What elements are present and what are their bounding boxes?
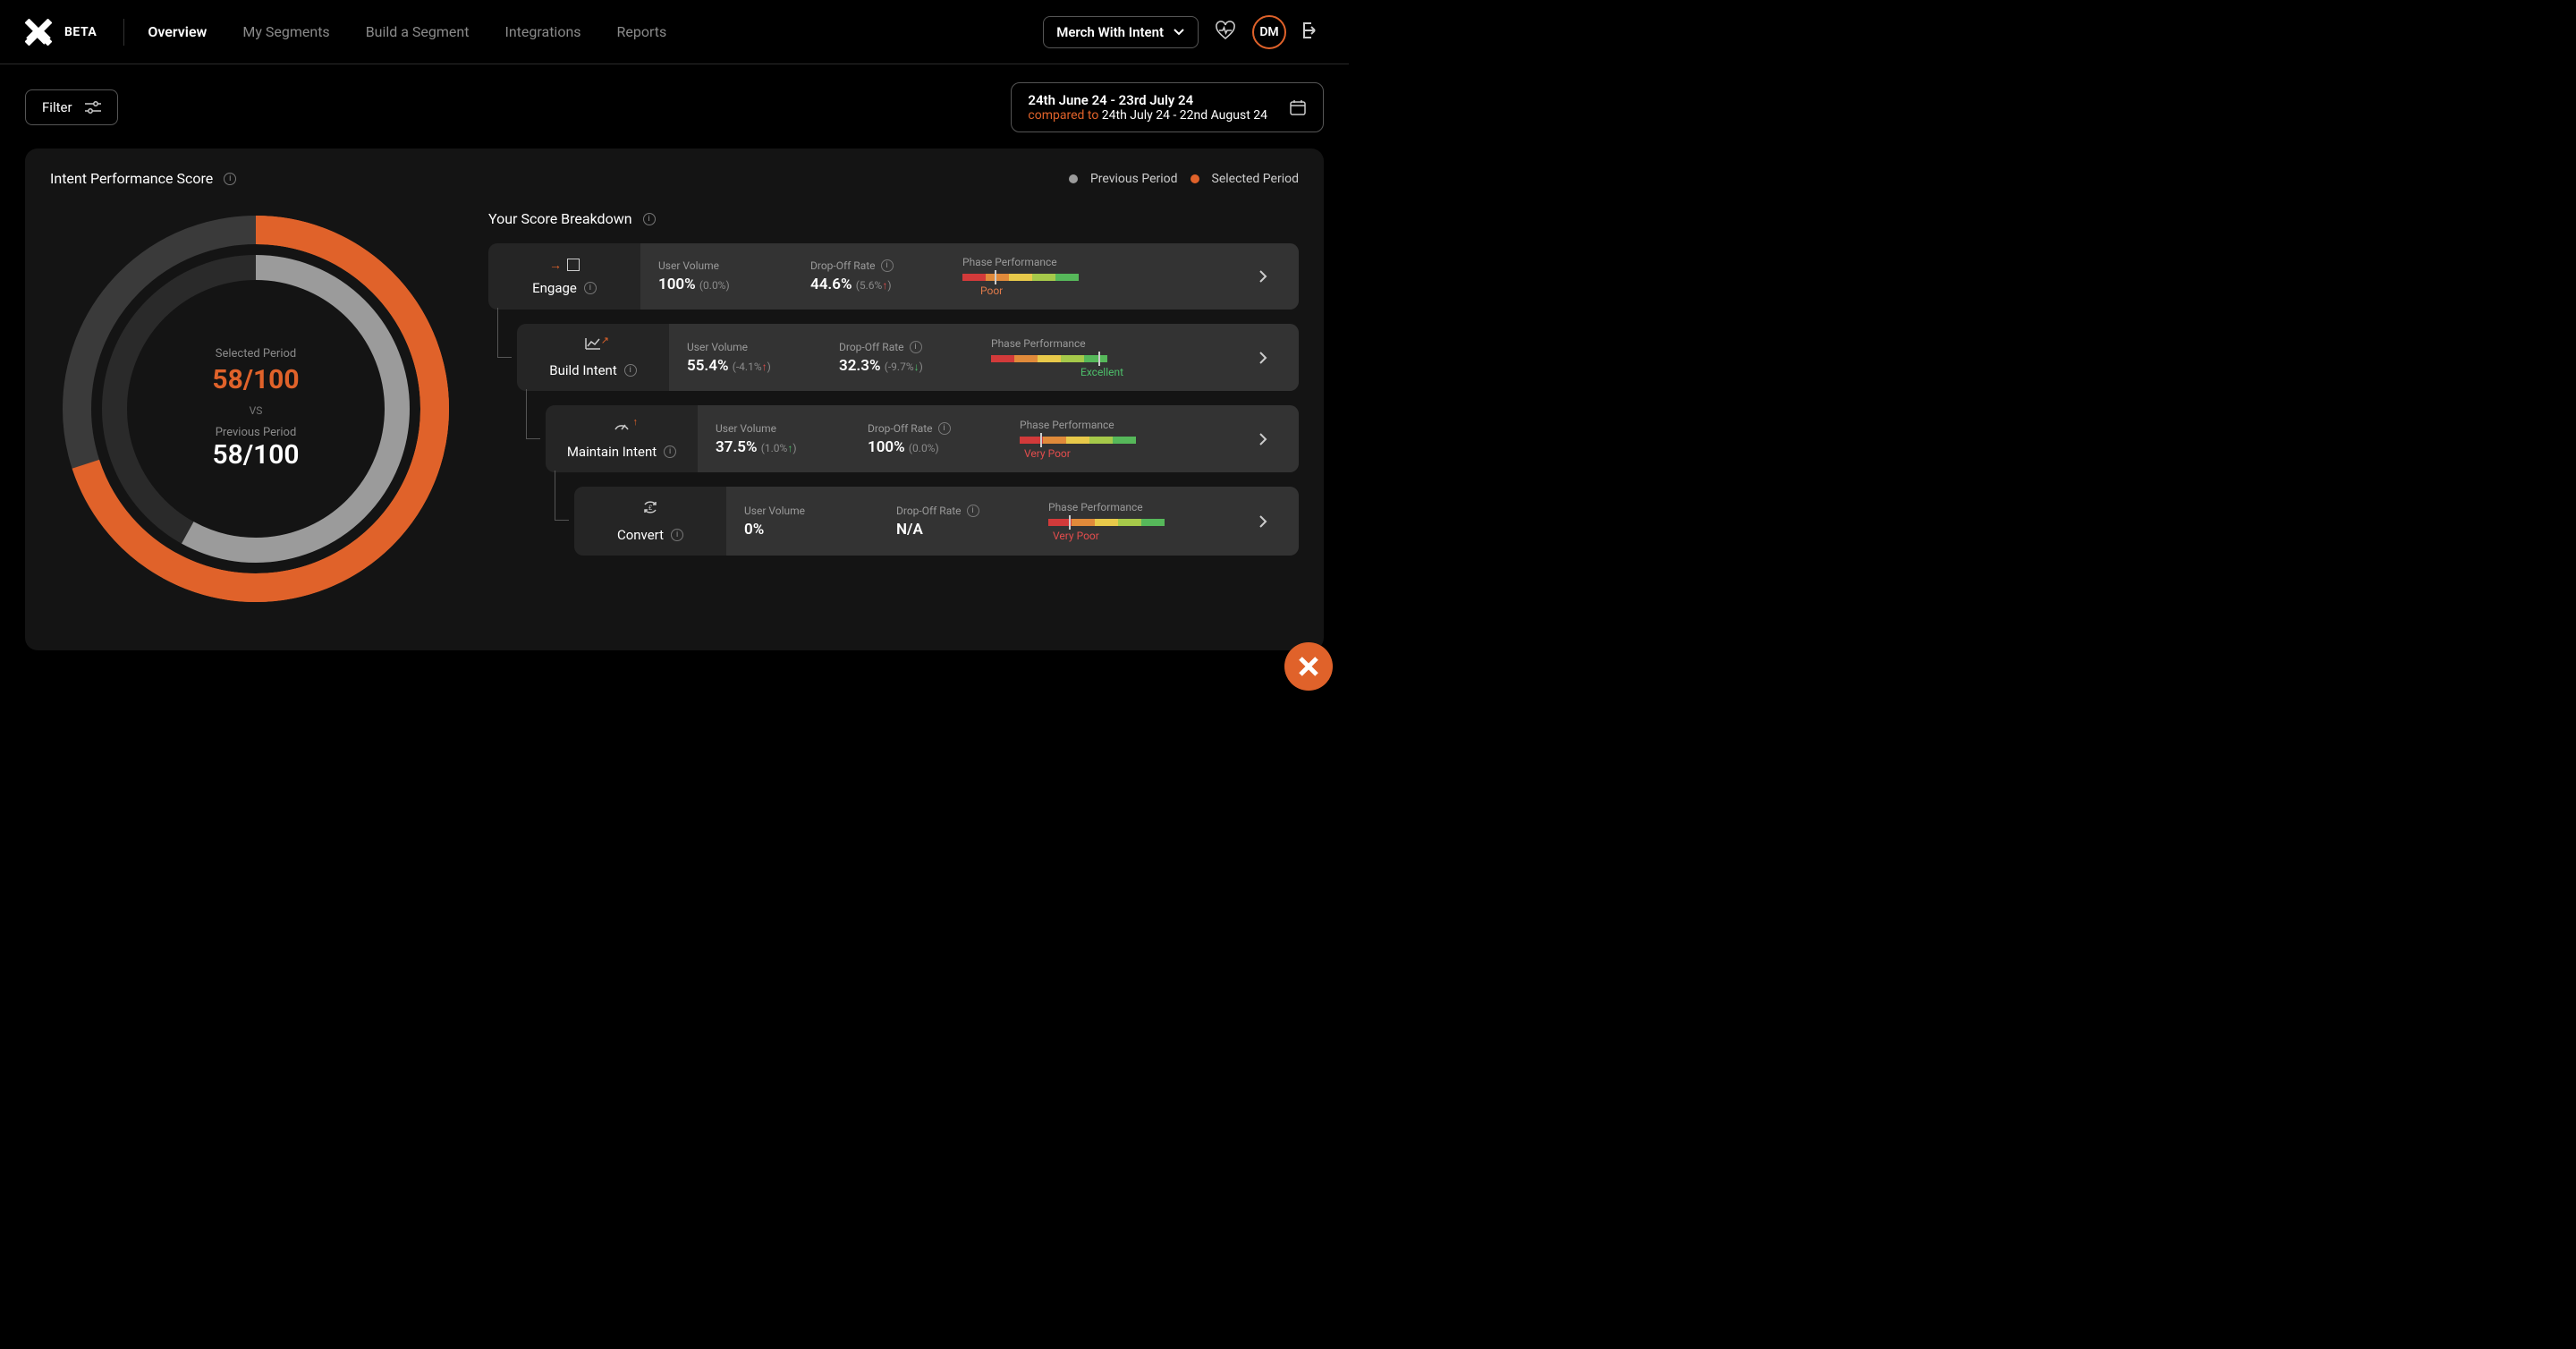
date-compared: compared to 24th July 24 - 22nd August 2… [1028, 108, 1267, 123]
phase-performance: Phase Performance Very Poor [1020, 419, 1245, 460]
phase-left: £ Convert i [574, 487, 726, 556]
phase-right: User Volume 37.5% (1.0%↑) Drop-Off Rate … [698, 405, 1299, 472]
phase-left: ↗ Build Intent i [517, 324, 669, 391]
user-volume: User Volume 100% (0.0%) [658, 259, 810, 293]
chevron-down-icon [1173, 28, 1185, 37]
previous-label: Previous Period [216, 426, 297, 439]
drop-off: Drop-Off Rate i 100% (0.0%) [868, 422, 1020, 456]
user-volume: User Volume 55.4% (-4.1%↑) [687, 341, 839, 375]
chart-up-icon: ↗ [584, 336, 602, 355]
score-gauge: Selected Period 58/100 VS Previous Perio… [50, 203, 462, 615]
gauge-up-icon: ↑ [613, 418, 631, 437]
selected-label: Selected Period [216, 347, 297, 361]
svg-text:£: £ [648, 505, 652, 512]
heartbeat-icon[interactable] [1215, 21, 1236, 44]
phase-convert[interactable]: £ Convert i User Volume 0% Drop-Off Rate… [574, 487, 1299, 556]
connector-line [526, 389, 540, 439]
filter-button[interactable]: Filter [25, 89, 118, 125]
info-icon[interactable]: i [910, 341, 922, 353]
user-volume: User Volume 37.5% (1.0%↑) [716, 422, 868, 456]
phase-right: User Volume 100% (0.0%) Drop-Off Rate i … [640, 243, 1299, 310]
legend-selected: Selected Period [1212, 172, 1299, 186]
chevron-right-icon [1245, 514, 1281, 529]
info-icon[interactable]: i [624, 364, 637, 377]
breakdown: Your Score Breakdown i → Engage i User V… [488, 203, 1299, 615]
connector-line [497, 308, 512, 358]
drop-off: Drop-Off Rate i 44.6% (5.6%↑) [810, 259, 962, 293]
sliders-icon [85, 101, 101, 114]
chevron-right-icon [1245, 351, 1281, 365]
logo: BETA [25, 19, 97, 46]
phase-right: User Volume 55.4% (-4.1%↑) Drop-Off Rate… [669, 324, 1299, 391]
chevron-right-icon [1245, 269, 1281, 284]
connector-line [555, 471, 569, 521]
filter-label: Filter [42, 99, 72, 115]
phase-engage[interactable]: → Engage i User Volume 100% (0.0%) Drop-… [488, 243, 1299, 310]
info-icon[interactable]: i [643, 213, 656, 225]
nav-build-segment[interactable]: Build a Segment [366, 23, 470, 40]
phase-left: ↑ Maintain Intent i [546, 405, 698, 472]
info-icon[interactable]: i [671, 529, 683, 541]
breakdown-title: Your Score Breakdown i [488, 210, 1299, 227]
logout-icon[interactable] [1302, 21, 1324, 44]
previous-score: 58/100 [212, 439, 299, 471]
info-icon[interactable]: i [584, 282, 597, 294]
app-header: BETA Overview My Segments Build a Segmen… [0, 0, 1349, 64]
info-icon[interactable]: i [967, 505, 979, 517]
date-range-picker[interactable]: 24th June 24 - 23rd July 24 compared to … [1011, 82, 1324, 132]
workspace-name: Merch With Intent [1056, 24, 1164, 40]
convert-icon: £ [641, 499, 659, 520]
card-title: Intent Performance Score i [50, 170, 236, 187]
phase-right: User Volume 0% Drop-Off Rate i N/A Phase… [726, 487, 1299, 556]
gauge-center: Selected Period 58/100 VS Previous Perio… [50, 203, 462, 615]
card-body: Selected Period 58/100 VS Previous Perio… [50, 203, 1299, 615]
chevron-right-icon [1245, 432, 1281, 446]
phase-left: → Engage i [488, 243, 640, 310]
nav-reports[interactable]: Reports [617, 23, 667, 40]
legend-dot-selected [1191, 174, 1199, 183]
phase-performance: Phase Performance Poor [962, 256, 1245, 297]
help-fab[interactable] [1284, 642, 1333, 691]
header-right: Merch With Intent DM [1043, 15, 1324, 49]
logo-icon [1298, 656, 1319, 677]
avatar[interactable]: DM [1252, 15, 1286, 49]
logo-icon [25, 19, 52, 46]
performance-card: Intent Performance Score i Previous Peri… [25, 148, 1324, 650]
info-icon[interactable]: i [881, 259, 894, 272]
phase-performance: Phase Performance Very Poor [1048, 501, 1245, 542]
legend-previous: Previous Period [1090, 172, 1178, 186]
user-volume: User Volume 0% [744, 505, 896, 539]
selected-score: 58/100 [212, 364, 299, 395]
divider [123, 19, 124, 46]
nav-integrations[interactable]: Integrations [504, 23, 580, 40]
calendar-icon [1289, 98, 1307, 116]
nav-my-segments[interactable]: My Segments [242, 23, 329, 40]
date-primary: 24th June 24 - 23rd July 24 [1028, 92, 1267, 108]
phase-build-intent[interactable]: ↗ Build Intent i User Volume 55.4% (-4.1… [517, 324, 1299, 391]
nav-overview[interactable]: Overview [148, 23, 207, 40]
info-icon[interactable]: i [224, 173, 236, 185]
drop-off: Drop-Off Rate i 32.3% (-9.7%↓) [839, 341, 991, 375]
vs-label: VS [250, 404, 263, 417]
engage-icon: → [549, 258, 580, 273]
info-icon[interactable]: i [664, 445, 676, 458]
phase-performance: Phase Performance Excellent [991, 337, 1245, 378]
card-header: Intent Performance Score i Previous Peri… [50, 170, 1299, 187]
info-icon[interactable]: i [938, 422, 951, 435]
legend-dot-previous [1069, 174, 1078, 183]
workspace-select[interactable]: Merch With Intent [1043, 16, 1199, 48]
legend: Previous Period Selected Period [1069, 172, 1299, 186]
toolbar: Filter 24th June 24 - 23rd July 24 compa… [0, 64, 1349, 148]
drop-off: Drop-Off Rate i N/A [896, 505, 1048, 539]
beta-badge: BETA [64, 25, 97, 39]
main-nav: Overview My Segments Build a Segment Int… [148, 23, 666, 40]
phase-maintain-intent[interactable]: ↑ Maintain Intent i User Volume 37.5% (1… [546, 405, 1299, 472]
